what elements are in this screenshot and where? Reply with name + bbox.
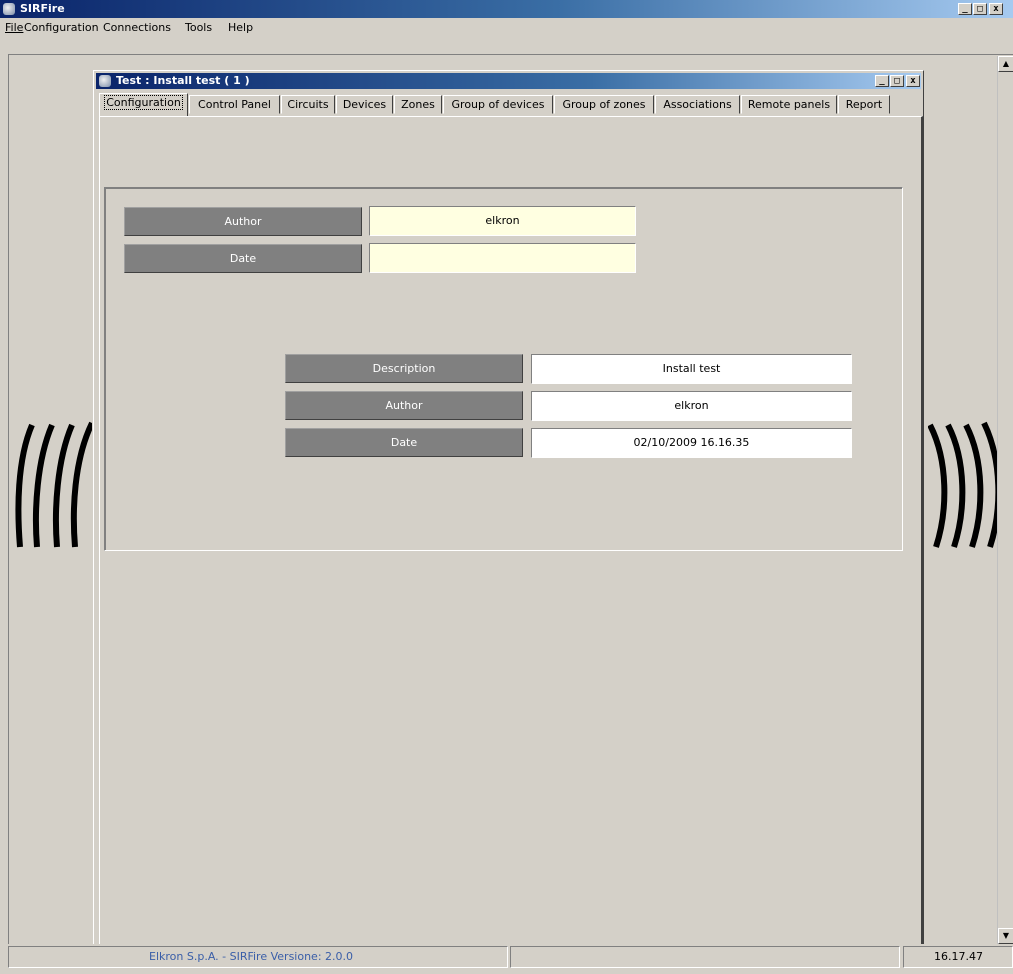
status-info: Elkron S.p.A. - SIRFire Versione: 2.0.0 <box>8 946 508 968</box>
menu-bar: File Configuration Connections Tools Hel… <box>0 18 1013 37</box>
project-author-field[interactable]: elkron <box>531 391 852 421</box>
project-date-field[interactable]: 02/10/2009 16.16.35 <box>531 428 852 458</box>
minimize-button[interactable]: _ <box>958 3 972 15</box>
child-title: Test : Install test ( 1 ) <box>116 74 250 87</box>
status-bar: Elkron S.p.A. - SIRFire Versione: 2.0.0 … <box>0 944 1013 974</box>
tab-remote-panels[interactable]: Remote panels <box>741 95 837 114</box>
scroll-up-button[interactable]: ▲ <box>998 56 1013 72</box>
tab-zones[interactable]: Zones <box>394 95 442 114</box>
signal-arcs-left-icon <box>15 421 92 548</box>
signal-arcs-right-icon <box>928 421 998 548</box>
tab-control-panel[interactable]: Control Panel <box>189 95 280 114</box>
status-clock: 16.17.47 <box>903 946 1013 968</box>
app-icon[interactable] <box>3 3 15 15</box>
close-button[interactable]: x <box>989 3 1003 15</box>
tab-devices[interactable]: Devices <box>336 95 393 114</box>
child-window-icon[interactable] <box>99 75 111 87</box>
tab-group-of-zones[interactable]: Group of zones <box>554 95 654 114</box>
tab-report[interactable]: Report <box>838 95 890 114</box>
tab-associations[interactable]: Associations <box>655 95 740 114</box>
author-field[interactable]: elkron <box>369 206 636 236</box>
menu-help[interactable]: Help <box>228 21 253 34</box>
child-title-bar[interactable]: Test : Install test ( 1 ) _ □ x <box>96 73 921 89</box>
menu-tools[interactable]: Tools <box>185 21 212 34</box>
project-description-field[interactable]: Install test <box>531 354 852 384</box>
tab-circuits[interactable]: Circuits <box>281 95 335 114</box>
mdi-vertical-scrollbar[interactable]: ▲ ▼ <box>997 56 1013 944</box>
project-description-label: Description <box>285 354 523 383</box>
project-date-label: Date <box>285 428 523 457</box>
scroll-down-button[interactable]: ▼ <box>998 928 1013 944</box>
date-field[interactable] <box>369 243 636 273</box>
app-title: SIRFire <box>20 2 65 15</box>
menu-configuration[interactable]: Configuration <box>24 21 99 34</box>
status-panel-empty <box>510 946 900 968</box>
child-minimize-button[interactable]: _ <box>875 75 889 87</box>
menu-connections[interactable]: Connections <box>103 21 171 34</box>
tab-configuration[interactable]: Configuration <box>99 93 188 116</box>
child-close-button[interactable]: x <box>906 75 920 87</box>
project-author-label: Author <box>285 391 523 420</box>
child-maximize-button[interactable]: □ <box>890 75 904 87</box>
maximize-button[interactable]: □ <box>973 3 987 15</box>
menu-file[interactable]: File <box>5 21 23 34</box>
date-label: Date <box>124 244 362 273</box>
app-title-bar[interactable]: SIRFire _ □ x <box>0 0 1013 18</box>
tab-group-of-devices[interactable]: Group of devices <box>443 95 553 114</box>
author-label: Author <box>124 207 362 236</box>
